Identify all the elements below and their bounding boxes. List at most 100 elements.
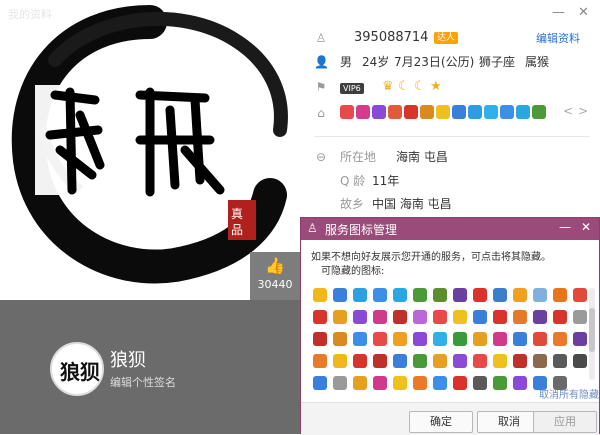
service-icon[interactable] (553, 332, 567, 346)
service-icon[interactable] (516, 105, 530, 119)
service-icon[interactable] (313, 376, 327, 390)
chevron-left-icon[interactable]: < (563, 104, 573, 118)
service-icon[interactable] (493, 354, 507, 368)
service-icon[interactable] (353, 288, 367, 302)
service-icon[interactable] (513, 354, 527, 368)
minimize-icon[interactable]: — (552, 5, 565, 20)
service-icon[interactable] (573, 354, 587, 368)
service-icon[interactable] (493, 376, 507, 390)
service-icons-strip[interactable] (340, 105, 560, 121)
service-icon[interactable] (500, 105, 514, 119)
service-icon[interactable] (436, 105, 450, 119)
ok-button[interactable]: 确定 (409, 411, 473, 433)
like-button[interactable]: 👍 30440 (250, 252, 300, 300)
signature-edit[interactable]: 编辑个性签名 (110, 374, 176, 390)
service-icon[interactable] (433, 310, 447, 324)
service-icon[interactable] (413, 310, 427, 324)
service-icon[interactable] (333, 332, 347, 346)
minus-circle-icon: ⊖ (315, 150, 327, 164)
service-icon[interactable] (333, 376, 347, 390)
service-icon[interactable] (533, 310, 547, 324)
service-icon[interactable] (553, 288, 567, 302)
expert-badge: 达人 (434, 32, 459, 44)
service-icon[interactable] (513, 332, 527, 346)
service-icon[interactable] (353, 376, 367, 390)
edit-profile-link[interactable]: 编辑资料 (536, 30, 580, 46)
service-icon[interactable] (533, 288, 547, 302)
service-icon[interactable] (533, 354, 547, 368)
service-icon[interactable] (493, 288, 507, 302)
service-icon[interactable] (313, 332, 327, 346)
service-icon[interactable] (313, 354, 327, 368)
service-icon[interactable] (473, 288, 487, 302)
service-icon[interactable] (433, 354, 447, 368)
service-icon[interactable] (393, 310, 407, 324)
scrollbar-thumb[interactable] (589, 308, 595, 352)
service-icon[interactable] (340, 105, 354, 119)
service-icon[interactable] (313, 310, 327, 324)
service-icon[interactable] (453, 354, 467, 368)
service-icon[interactable] (453, 310, 467, 324)
service-icon[interactable] (433, 376, 447, 390)
service-icon[interactable] (333, 310, 347, 324)
service-icon[interactable] (473, 354, 487, 368)
service-icon[interactable] (513, 310, 527, 324)
service-icon[interactable] (493, 310, 507, 324)
service-icon[interactable] (388, 105, 402, 119)
service-icon[interactable] (573, 332, 587, 346)
service-icon[interactable] (353, 354, 367, 368)
service-icon[interactable] (413, 288, 427, 302)
service-icon[interactable] (473, 376, 487, 390)
service-icon[interactable] (333, 288, 347, 302)
close-icon[interactable]: ✕ (581, 220, 591, 234)
service-icon[interactable] (553, 310, 567, 324)
service-icon[interactable] (356, 105, 370, 119)
service-icon[interactable] (484, 105, 498, 119)
service-icon[interactable] (353, 332, 367, 346)
minimize-icon[interactable]: — (559, 220, 571, 234)
service-icon[interactable] (513, 376, 527, 390)
service-icon[interactable] (473, 310, 487, 324)
service-icon[interactable] (453, 288, 467, 302)
service-icon[interactable] (373, 310, 387, 324)
service-icon[interactable] (413, 354, 427, 368)
service-icon[interactable] (573, 288, 587, 302)
service-icon[interactable] (393, 354, 407, 368)
cancel-all-hidden-link[interactable]: 取消所有隐藏 (539, 386, 599, 401)
service-icon[interactable] (353, 310, 367, 324)
service-icon[interactable] (420, 105, 434, 119)
service-icon[interactable] (473, 332, 487, 346)
service-icon[interactable] (313, 288, 327, 302)
service-icon[interactable] (393, 376, 407, 390)
service-icon[interactable] (373, 288, 387, 302)
service-icon[interactable] (453, 376, 467, 390)
service-icon[interactable] (532, 105, 546, 119)
service-icon[interactable] (404, 105, 418, 119)
avatar[interactable]: 狼狈 (50, 342, 104, 396)
service-icon[interactable] (393, 288, 407, 302)
service-icon[interactable] (453, 332, 467, 346)
service-icon[interactable] (493, 332, 507, 346)
service-icon-manager-dialog: ♙ 服务图标管理 — ✕ 如果不想向好友展示您开通的服务，可点击将其隐藏。 可隐… (300, 217, 600, 435)
service-icon[interactable] (433, 288, 447, 302)
service-icon[interactable] (393, 332, 407, 346)
service-icon[interactable] (373, 376, 387, 390)
service-icon[interactable] (373, 354, 387, 368)
service-icon[interactable] (373, 332, 387, 346)
service-icon[interactable] (333, 354, 347, 368)
apply-button[interactable]: 应用 (533, 411, 597, 433)
chevron-right-icon[interactable]: > (578, 104, 588, 118)
close-icon[interactable]: ✕ (578, 5, 589, 20)
cancel-button[interactable]: 取消 (477, 411, 541, 433)
service-icon[interactable] (553, 354, 567, 368)
service-icon[interactable] (513, 288, 527, 302)
service-icon[interactable] (573, 310, 587, 324)
service-icon[interactable] (413, 332, 427, 346)
service-icon[interactable] (533, 332, 547, 346)
service-icon[interactable] (468, 105, 482, 119)
service-icon[interactable] (433, 332, 447, 346)
service-icon[interactable] (452, 105, 466, 119)
location-value: 海南 屯昌 (396, 150, 448, 164)
service-icon[interactable] (413, 376, 427, 390)
service-icon[interactable] (372, 105, 386, 119)
